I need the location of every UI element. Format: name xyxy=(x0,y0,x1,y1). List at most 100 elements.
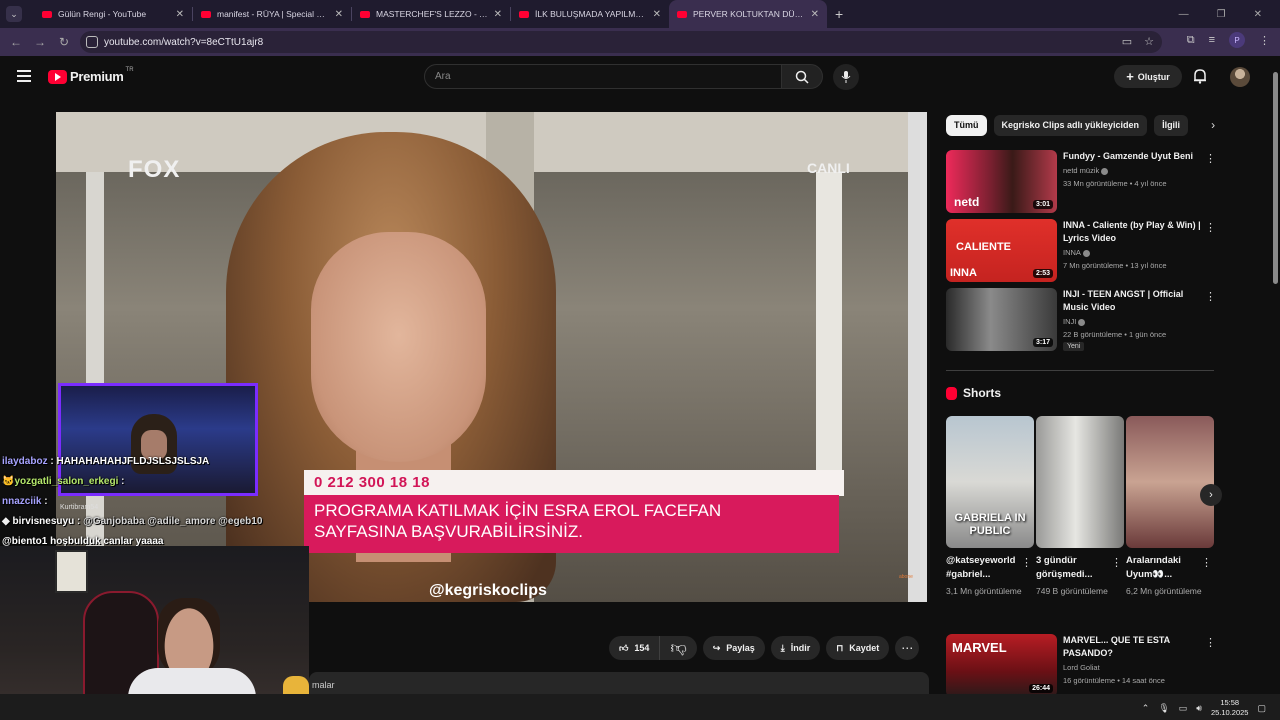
youtube-logo[interactable]: Premium TR xyxy=(48,67,134,84)
short-views: 749 B görüntüleme xyxy=(1036,586,1108,596)
bookmark-star-icon[interactable]: ☆ xyxy=(1144,35,1154,48)
user-avatar[interactable] xyxy=(1230,67,1250,87)
new-tab-icon[interactable]: + xyxy=(835,6,843,22)
media-icon[interactable]: ≡ xyxy=(1209,34,1215,46)
video-title[interactable]: INNA - Caliente (by Play & Win) | Lyrics… xyxy=(1063,219,1203,245)
browser-tab-active[interactable]: PERVER KOLTUKTAN DÜŞÜYOR ✕ xyxy=(669,0,827,28)
video-duration: 3:01 xyxy=(1032,200,1053,209)
chip-from-uploader[interactable]: Kegrisko Clips adlı yükleyiciden xyxy=(993,114,1148,136)
browser-tab[interactable]: MASTERCHEF'S LEZZO - YouTube ✕ xyxy=(352,0,510,28)
video-thumbnail[interactable]: 3:17 xyxy=(946,288,1057,351)
tab-close-icon[interactable]: ✕ xyxy=(335,9,343,20)
recommendation-item[interactable]: 3:17 INJI - TEEN ANGST | Official Music … xyxy=(946,288,1216,352)
minimize-icon[interactable]: — xyxy=(1179,9,1189,20)
short-item[interactable]: GABRIELA IN PUBLIC @katseyeworld #gabrie… xyxy=(946,416,1034,598)
back-icon[interactable]: ← xyxy=(4,35,28,49)
network-icon[interactable]: ▭ xyxy=(1179,703,1188,714)
chip-all[interactable]: Tümü xyxy=(946,114,987,136)
create-button[interactable]: + Oluştur xyxy=(1114,65,1182,88)
video-thumbnail[interactable]: CALIENTE INNA 2:53 xyxy=(946,219,1057,282)
webcam-person-head xyxy=(158,598,220,678)
more-vert-icon[interactable]: ⋮ xyxy=(1201,556,1212,569)
restore-icon[interactable]: ❐ xyxy=(1217,9,1226,20)
video-title[interactable]: Fundyy - Gamzende Uyut Beni xyxy=(1063,150,1203,163)
thumbnail-text: MARVEL xyxy=(952,640,1007,655)
video-thumbnail[interactable]: netd 3:01 xyxy=(946,150,1057,213)
video-thumbnail[interactable]: MARVEL 26:44 xyxy=(946,634,1057,697)
channel-name[interactable]: INJI xyxy=(1063,317,1086,326)
browser-tab[interactable]: manifest - RÜYA | Special Dance ✕ xyxy=(193,0,351,28)
notifications-button[interactable] xyxy=(1193,68,1207,89)
short-title[interactable]: 3 gündür görüşmedi... xyxy=(1036,554,1114,582)
section-divider xyxy=(946,370,1214,371)
chevron-right-icon[interactable]: › xyxy=(1211,118,1215,132)
more-vert-icon[interactable]: ⋮ xyxy=(1205,221,1216,234)
download-button[interactable]: ⤓ İndir xyxy=(770,636,821,660)
save-button[interactable]: ⊓ Kaydet xyxy=(826,636,890,660)
download-label: İndir xyxy=(790,643,811,653)
extensions-icon[interactable]: ⧉ xyxy=(1187,34,1195,47)
verified-icon xyxy=(1082,249,1090,257)
shorts-next-button[interactable]: › xyxy=(1200,484,1222,506)
clock-date: 25.10.2025 xyxy=(1210,708,1249,717)
search-button[interactable] xyxy=(781,64,823,89)
filter-chips: Tümü Kegrisko Clips adlı yükleyiciden İl… xyxy=(946,112,1216,138)
notification-center-icon[interactable]: ▢ xyxy=(1257,703,1266,714)
more-vert-icon[interactable]: ⋮ xyxy=(1205,152,1216,165)
profile-avatar[interactable]: P xyxy=(1229,32,1245,48)
short-thumbnail[interactable] xyxy=(1126,416,1214,548)
cast-icon[interactable]: ▭ xyxy=(1122,35,1132,48)
system-clock[interactable]: 15:58 25.10.2025 xyxy=(1211,698,1249,718)
like-button[interactable]: 👍︎ 154 xyxy=(609,636,661,660)
browser-tab[interactable]: İLK BULUŞMADA YAPILMAMASI ✕ xyxy=(511,0,669,28)
video-duration: 26:44 xyxy=(1029,684,1053,693)
tab-close-icon[interactable]: ✕ xyxy=(653,9,661,20)
channel-name[interactable]: INNA xyxy=(1063,248,1090,257)
more-vert-icon[interactable]: ⋮ xyxy=(1111,556,1122,569)
video-title[interactable]: MARVEL... QUE TE ESTA PASANDO? xyxy=(1063,634,1203,660)
short-title[interactable]: Aralarındaki Uyum👀... xyxy=(1126,554,1204,582)
voice-search-button[interactable] xyxy=(833,64,859,90)
hamburger-menu-icon[interactable] xyxy=(17,70,31,82)
volume-icon[interactable]: 🔊︎ xyxy=(1196,703,1202,714)
page-scrollbar[interactable] xyxy=(1270,56,1280,692)
share-button[interactable]: ↪ Paylaş xyxy=(702,636,765,660)
download-icon: ⤓ xyxy=(780,642,785,653)
more-vert-icon[interactable]: ⋮ xyxy=(1021,556,1032,569)
tab-search-icon[interactable]: ⌄ xyxy=(6,6,22,22)
recommendation-item[interactable]: MARVEL 26:44 MARVEL... QUE TE ESTA PASAN… xyxy=(946,634,1216,698)
reload-icon[interactable]: ↻ xyxy=(52,35,76,49)
tab-close-icon[interactable]: ✕ xyxy=(176,9,184,20)
short-thumbnail[interactable] xyxy=(1036,416,1124,548)
short-item[interactable]: 3 gündür görüşmedi... 749 B görüntüleme … xyxy=(1036,416,1124,598)
chevron-up-icon[interactable]: ⌃ xyxy=(1142,703,1150,714)
share-icon: ↪ xyxy=(712,642,721,653)
browser-tab[interactable]: Gülün Rengi - YouTube ✕ xyxy=(34,0,192,28)
browser-menu-icon[interactable]: ⋮ xyxy=(1259,34,1270,47)
scrollbar-thumb[interactable] xyxy=(1273,72,1278,284)
tab-close-icon[interactable]: ✕ xyxy=(494,9,502,20)
site-info-icon[interactable] xyxy=(86,36,98,48)
tab-close-icon[interactable]: ✕ xyxy=(811,9,819,20)
microphone-tray-icon[interactable]: 🎙︎ xyxy=(1158,703,1169,714)
more-vert-icon[interactable]: ⋮ xyxy=(1205,290,1216,303)
short-item[interactable]: Aralarındaki Uyum👀... 6,2 Mn görüntüleme… xyxy=(1126,416,1214,598)
video-title[interactable]: INJI - TEEN ANGST | Official Music Video xyxy=(1063,288,1203,314)
recommendation-item[interactable]: netd 3:01 Fundyy - Gamzende Uyut Beni ne… xyxy=(946,150,1216,214)
close-window-icon[interactable]: ✕ xyxy=(1254,9,1262,20)
short-title[interactable]: @katseyeworld #gabriel... xyxy=(946,554,1024,582)
channel-name[interactable]: netd müzik xyxy=(1063,166,1109,175)
dislike-button[interactable]: 👎︎ xyxy=(660,636,696,660)
related-sidebar: Tümü Kegrisko Clips adlı yükleyiciden İl… xyxy=(946,112,1222,697)
recommendation-item[interactable]: CALIENTE INNA 2:53 INNA - Caliente (by P… xyxy=(946,219,1216,283)
channel-name[interactable]: Lord Goliat xyxy=(1063,663,1100,672)
chip-related[interactable]: İlgili xyxy=(1154,114,1189,136)
url-field[interactable]: youtube.com/watch?v=8eCTtU1ajr8 ▭ ☆ xyxy=(80,31,1162,53)
more-actions-button[interactable]: ⋯ xyxy=(895,636,920,660)
forward-icon[interactable]: → xyxy=(28,35,52,49)
short-thumbnail[interactable]: GABRIELA IN PUBLIC xyxy=(946,416,1034,548)
shorts-heading-text: Shorts xyxy=(963,386,1002,400)
more-vert-icon[interactable]: ⋮ xyxy=(1205,636,1216,649)
tab-title: Gülün Rengi - YouTube xyxy=(58,9,147,19)
search-input[interactable]: Ara xyxy=(424,64,782,89)
